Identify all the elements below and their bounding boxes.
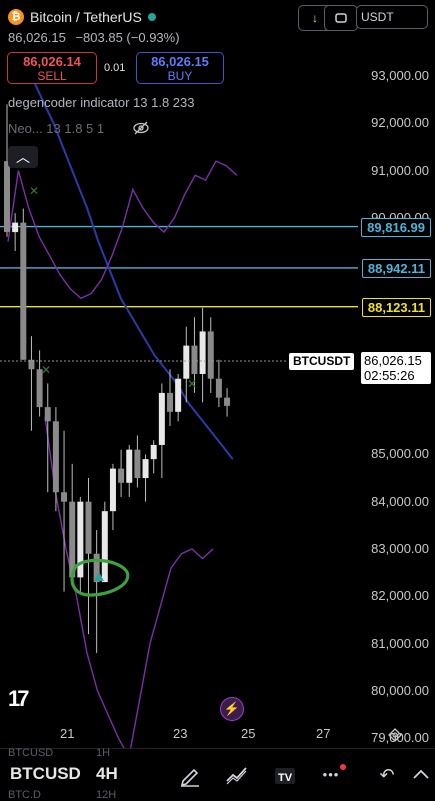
svg-text:TV: TV	[278, 772, 293, 784]
currency-label: USDT	[361, 10, 394, 24]
price-axis-label: 81,000.00	[371, 635, 429, 651]
buy-button[interactable]: 86,026.15 BUY	[136, 52, 224, 84]
market-open-dot	[147, 13, 156, 21]
collapse-legend-button[interactable]: ︿	[8, 146, 38, 168]
chart-type-icon[interactable]: TV	[272, 762, 298, 788]
eye-hidden-icon[interactable]	[132, 120, 150, 136]
fullscreen-button[interactable]	[324, 5, 358, 31]
candle-body	[215, 378, 222, 398]
chevron-up-icon: ︿	[16, 149, 30, 165]
timeframe-selector[interactable]: 4H	[96, 764, 118, 784]
candle-body	[207, 331, 214, 379]
time-label: 21	[60, 726, 75, 741]
ghost-timeframe-2: 12H	[96, 789, 117, 801]
buy-label: BUY	[167, 69, 193, 83]
drawing-tool-icon[interactable]	[177, 762, 203, 788]
indicators-icon[interactable]	[224, 762, 250, 788]
time-label: 23	[173, 726, 188, 741]
candle-body	[158, 392, 165, 445]
x-marker-icon: ✕	[41, 363, 51, 377]
undo-icon[interactable]: ↶	[374, 762, 400, 788]
fullscreen-icon	[335, 13, 347, 23]
sell-price: 86,026.14	[23, 54, 81, 69]
candle-body	[20, 222, 27, 360]
candle-body	[167, 392, 173, 412]
bar-countdown: 02:55:26	[364, 368, 415, 383]
flash-alert-icon[interactable]: ⚡	[220, 697, 244, 721]
candle-body	[109, 468, 116, 512]
candle-body	[142, 459, 149, 479]
bitcoin-icon: ₿	[8, 9, 24, 25]
candle-body	[118, 468, 125, 483]
price-change-row: 86,026.15 −803.85 (−0.93%)	[8, 30, 180, 45]
candle-body	[12, 222, 19, 233]
indicator-legend-1[interactable]: degencoder indicator 13 1.8 233	[8, 95, 194, 110]
ghost-symbol-2: BTC.D	[8, 789, 41, 801]
candle-body	[199, 331, 206, 374]
candle-body	[126, 449, 133, 483]
current-price: 86,026.15	[364, 353, 422, 368]
price-axis-label: 92,000.00	[371, 115, 429, 131]
candle-body	[61, 492, 68, 502]
moving-average-line	[19, 56, 234, 460]
candle-body	[183, 345, 190, 379]
currency-selector[interactable]: USDT	[356, 5, 428, 29]
candle-body	[52, 421, 59, 493]
symbol-title-row[interactable]: ₿ Bitcoin / TetherUS	[8, 6, 156, 28]
price-axis-label: 85,000.00	[371, 446, 429, 462]
symbol-selector[interactable]: BTCUSD	[10, 764, 81, 784]
price-chart[interactable]: ✕ ✕ ✕	[0, 0, 435, 800]
ghost-timeframe-1: 1H	[96, 747, 111, 759]
spread-value: 0.01	[104, 62, 126, 74]
upper-band-line	[7, 160, 238, 300]
fullscreen-toggle-icon[interactable]	[408, 762, 434, 788]
candle-body	[224, 397, 231, 406]
price-axis-label: 80,000.00	[371, 682, 429, 698]
price-axis-label: 82,000.00	[371, 588, 429, 604]
candle-body	[4, 161, 10, 233]
tradingview-logo: 17	[8, 686, 30, 711]
symbol-tag: BTCUSDT	[289, 353, 355, 370]
time-label: 25	[241, 726, 256, 741]
price-axis-label: 84,000.00	[371, 493, 429, 509]
price-axis-label: 91,000.00	[371, 162, 429, 178]
candle-body	[175, 378, 182, 412]
x-marker-icon: ✕	[187, 377, 197, 391]
current-price-tag: 86,026.15 02:55:26	[361, 352, 431, 384]
candle-body	[150, 444, 157, 460]
candle-body	[85, 501, 92, 554]
price-axis-label: 83,000.00	[371, 541, 429, 556]
price-change: −803.85 (−0.93%)	[75, 30, 180, 45]
notification-dot	[340, 764, 346, 770]
candle-body	[191, 345, 198, 374]
price-level-tag: 88,123.11	[361, 297, 431, 317]
ghost-symbol-1: BTCUSD	[8, 747, 54, 759]
settings-icon[interactable]	[386, 727, 404, 743]
price-level-tag: 88,942.11	[361, 258, 431, 278]
sell-button[interactable]: 86,026.14 SELL	[7, 52, 97, 84]
candle-body	[101, 511, 108, 583]
download-icon: ↓	[312, 11, 318, 25]
buy-price: 86,026.15	[151, 54, 209, 69]
price-level-tag: 89,816.99	[361, 217, 431, 237]
time-label: 27	[316, 726, 331, 741]
indicator-legend-2[interactable]: Neo... 13 1.8 5 1	[8, 121, 104, 136]
sell-label: SELL	[37, 69, 67, 83]
last-price: 86,026.15	[8, 30, 66, 45]
symbol-title: Bitcoin / TetherUS	[30, 9, 142, 25]
price-axis-label: 93,000.00	[371, 68, 429, 83]
candle-body	[134, 449, 141, 479]
candle-body	[44, 407, 51, 422]
x-marker-icon: ✕	[29, 184, 39, 198]
